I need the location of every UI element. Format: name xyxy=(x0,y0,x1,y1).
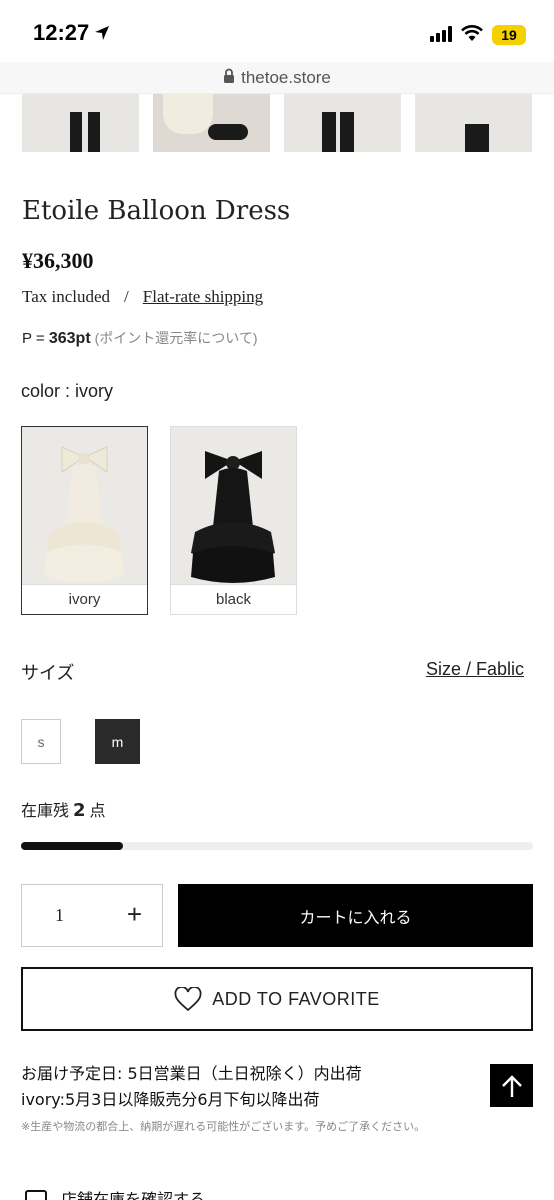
size-option-s[interactable]: s xyxy=(21,719,61,764)
delivery-info: お届け予定日: 5日営業日（土日祝除く）内出荷 ivory:5月3日以降販売分6… xyxy=(21,1061,362,1113)
thumbnail-1[interactable] xyxy=(22,94,139,152)
color-option-black[interactable]: black xyxy=(170,426,297,615)
thumbnail-4[interactable] xyxy=(415,94,532,152)
product-price: ¥36,300 xyxy=(22,248,94,273)
stock-count: 2 xyxy=(73,800,86,821)
tax-shipping-line: Tax included / Flat-rate shipping xyxy=(22,287,263,307)
delivery-notice: ※生産や物流の都合上、納期が遅れる可能性がございます。予めご了承ください。 xyxy=(21,1120,426,1133)
store-stock-label: 店舗在庫を確認する xyxy=(61,1190,206,1200)
lock-icon xyxy=(223,68,235,88)
arrow-up-icon xyxy=(501,1074,522,1097)
tax-label: Tax included xyxy=(22,287,111,306)
points-info-link[interactable]: (ポイント還元率について) xyxy=(95,330,258,346)
shipping-link[interactable]: Flat-rate shipping xyxy=(143,287,263,306)
plus-icon[interactable]: + xyxy=(127,899,142,930)
separator: / xyxy=(124,287,129,306)
size-label: サイズ xyxy=(21,663,75,684)
battery-indicator: 19 xyxy=(492,25,526,45)
stock-suffix: 点 xyxy=(89,801,106,820)
delivery-line-1: お届け予定日: 5日営業日（土日祝除く）内出荷 xyxy=(21,1064,362,1083)
add-to-favorite-button[interactable]: ADD TO FAVORITE xyxy=(21,967,533,1031)
color-label: color : ivory xyxy=(21,381,114,401)
location-arrow-icon xyxy=(94,25,110,45)
cellular-signal-icon xyxy=(430,26,454,46)
points-prefix: P = xyxy=(22,330,45,347)
wifi-icon xyxy=(460,24,484,46)
stock-progress-fill xyxy=(21,842,124,850)
points-value: 363pt xyxy=(48,330,91,347)
thumbnail-3[interactable] xyxy=(284,94,401,152)
check-store-stock[interactable]: 店舗在庫を確認する xyxy=(25,1186,205,1200)
quantity-value[interactable]: 1 xyxy=(55,905,64,926)
delivery-line-2: ivory:5月3日以降販売分6月下旬以降出荷 xyxy=(21,1090,320,1109)
ivory-dress-image xyxy=(22,427,147,585)
product-title: Etoile Balloon Dress xyxy=(22,196,291,226)
url-bar[interactable]: thetoe.store xyxy=(0,62,554,94)
url-text: thetoe.store xyxy=(241,67,331,87)
black-dress-image xyxy=(171,427,296,585)
product-thumbnails xyxy=(22,94,532,152)
scroll-to-top-button[interactable] xyxy=(490,1064,533,1107)
clock: 12:27 xyxy=(33,20,90,45)
stock-remaining: 在庫残 2 点 xyxy=(21,797,106,821)
points-line: P = 363pt (ポイント還元率について) xyxy=(22,328,258,348)
quantity-stepper: 1 + xyxy=(21,884,163,947)
stock-progress-bar xyxy=(21,842,533,850)
color-option-label: black xyxy=(171,584,296,614)
size-guide-link[interactable]: Size / Fablic xyxy=(426,659,524,680)
heart-icon xyxy=(174,986,202,1011)
add-to-cart-button[interactable]: カートに入れる xyxy=(178,884,533,947)
thumbnail-2[interactable] xyxy=(153,94,270,152)
stock-prefix: 在庫残 xyxy=(21,801,70,820)
size-option-m[interactable]: m xyxy=(95,719,140,764)
color-option-label: ivory xyxy=(22,584,147,614)
color-option-ivory[interactable]: ivory xyxy=(21,426,148,615)
status-bar: 12:27 19 xyxy=(0,0,554,62)
store-icon xyxy=(25,1190,47,1200)
favorite-label: ADD TO FAVORITE xyxy=(212,988,380,1009)
